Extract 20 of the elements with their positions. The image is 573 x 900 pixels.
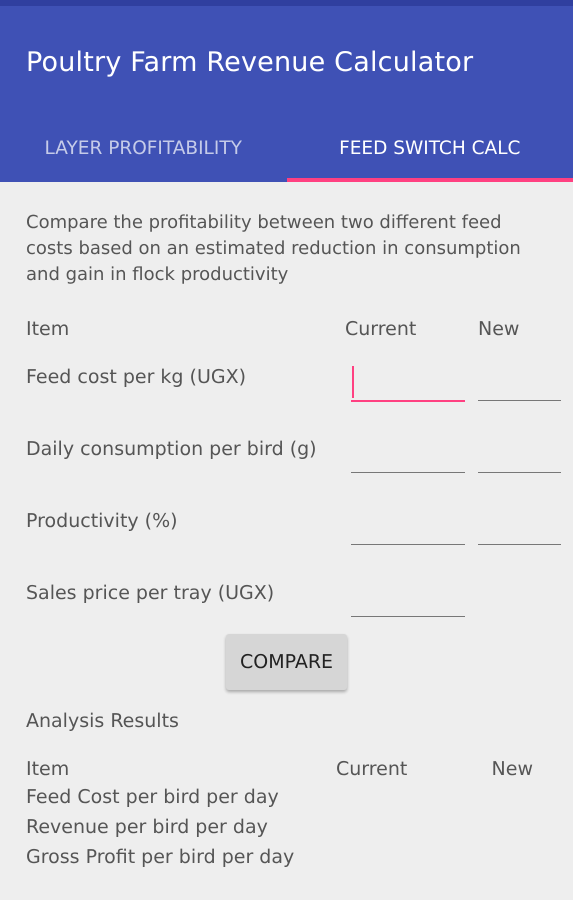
column-header: Current [336, 758, 408, 780]
description-text: Compare the profitability between two different feed costs based on an estimated reduction in consumption and gain in flock productivity [26, 211, 522, 287]
field-label: Productivity (%) [26, 510, 179, 532]
tab[interactable]: LAYER PROFITABILITY [0, 118, 286, 182]
tab[interactable]: FEED SWITCH CALC [286, 118, 573, 182]
result-label: Gross Profit per bird per day [26, 845, 296, 870]
column-header: Current [345, 318, 418, 340]
column-header: New [478, 318, 520, 340]
column-header: New [490, 758, 534, 780]
result-label: Feed Cost per bird per day [26, 785, 280, 810]
column-header: Item [26, 318, 70, 340]
compare-button[interactable]: COMPARE [226, 634, 348, 690]
app-title: Poultry Farm Revenue Calculator [26, 46, 474, 78]
column-header: Item [26, 758, 70, 780]
results-heading: Analysis Results [26, 710, 180, 732]
field-label: Sales price per tray (UGX) [26, 582, 276, 604]
input-field[interactable] [351, 364, 465, 402]
field-label: Feed cost per kg (UGX) [26, 366, 248, 388]
result-label: Revenue per bird per day [26, 815, 269, 840]
field-label: Daily consumption per bird (g) [26, 438, 318, 460]
